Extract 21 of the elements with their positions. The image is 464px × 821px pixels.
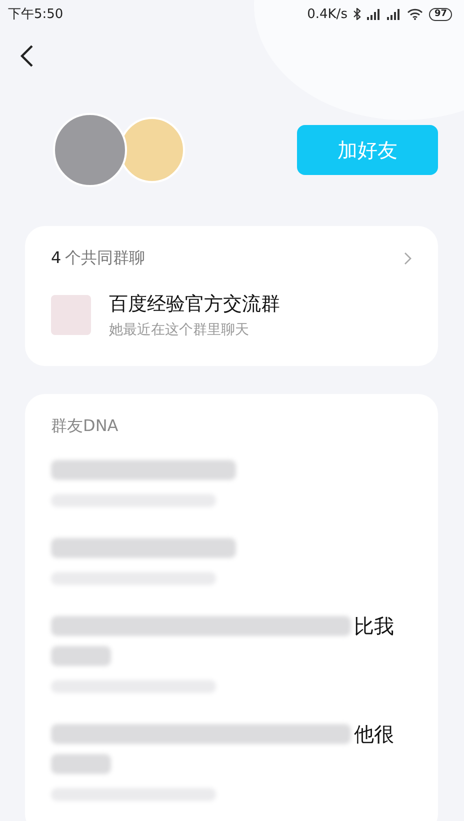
section-title: 群友DNA — [51, 416, 120, 437]
signal-icon — [367, 8, 382, 20]
signal-icon — [387, 8, 402, 20]
group-name: 百度经验官方交流群 — [109, 292, 280, 317]
bluetooth-icon — [353, 8, 362, 20]
group-subtitle: 她最近在这个群里聊天 — [109, 321, 250, 339]
avatars-drawing[interactable] — [52, 112, 186, 188]
section-title: 个共同群聊 — [65, 248, 146, 269]
back-icon[interactable] — [20, 44, 34, 68]
group-item[interactable]: 百度经验官方交流群 她最近在这个群里聊天 — [51, 291, 412, 339]
blurred-text — [51, 754, 111, 774]
network-speed: 0.4K/s — [307, 6, 348, 22]
wifi-icon — [407, 8, 424, 20]
item-title: 比我 — [354, 612, 394, 640]
group-logo-placeholder — [51, 295, 91, 335]
group-count: 4 — [51, 248, 62, 267]
battery-indicator: 97 — [429, 8, 452, 20]
blurred-text — [51, 646, 111, 666]
item-title: 他很 — [354, 720, 394, 748]
chevron-right-icon[interactable] — [404, 252, 412, 265]
status-time: 下午5:50 — [8, 6, 64, 23]
